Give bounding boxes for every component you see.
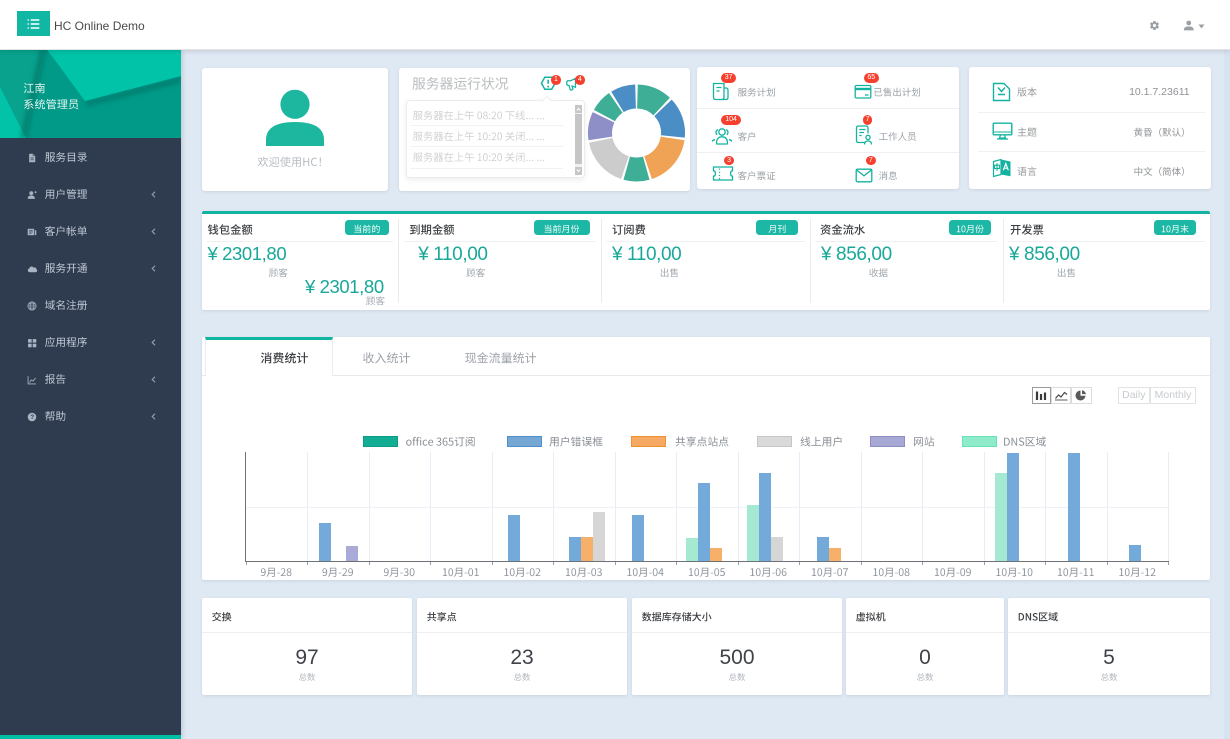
svg-text:?: ? [30, 415, 34, 421]
